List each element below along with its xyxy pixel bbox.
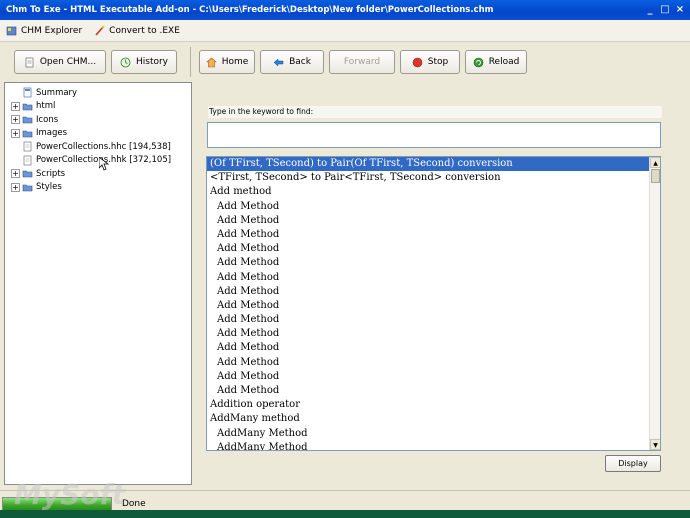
window-title: Chm To Exe - HTML Executable Add-on - C:… (6, 5, 494, 15)
index-keyword-list[interactable]: (Of TFirst, TSecond) to Pair(Of TFirst, … (206, 156, 661, 451)
status-text: Done (122, 499, 146, 509)
list-item[interactable]: <TFirst, TSecond> to Pair<TFirst, TSecon… (207, 171, 660, 185)
home-label: Home (221, 57, 249, 67)
scroll-down-arrow-icon[interactable]: ▼ (650, 439, 660, 450)
progress-fill (3, 498, 111, 510)
tree-item-styles[interactable]: + Styles (11, 181, 191, 195)
list-item[interactable]: Add Method (207, 214, 660, 228)
forward-button[interactable]: Forward (329, 50, 395, 74)
tree-item-html[interactable]: + html (11, 100, 191, 114)
toolbar-separator (190, 47, 191, 77)
tree-item-label: html (36, 101, 56, 112)
tree-item-label: Images (36, 128, 68, 139)
list-item[interactable]: Add method (207, 185, 660, 199)
tree-item-label: Summary (36, 87, 78, 98)
stop-button[interactable]: Stop (400, 50, 460, 74)
title-bar: Chm To Exe - HTML Executable Add-on - C:… (0, 0, 690, 20)
tree-item-icons[interactable]: + Icons (11, 113, 191, 127)
tree-item-images[interactable]: + Images (11, 127, 191, 141)
history-icon (120, 57, 131, 67)
list-item[interactable]: AddMany method (207, 412, 660, 426)
index-panel: Type in the keyword to find: (Of TFirst,… (197, 82, 673, 485)
stop-icon (412, 57, 423, 67)
list-item[interactable]: AddMany Method (207, 441, 660, 450)
taskbar-strip (0, 510, 690, 518)
list-item[interactable]: Add Method (207, 356, 660, 370)
wand-icon (95, 25, 105, 36)
folder-icon (22, 103, 33, 111)
menu-chm-explorer-label: CHM Explorer (21, 25, 83, 36)
display-button[interactable]: Display (605, 455, 661, 472)
chm-tree-panel[interactable]: Summary + html + Icons + Images PowerCol… (4, 82, 192, 485)
list-item[interactable]: (Of TFirst, TSecond) to Pair(Of TFirst, … (207, 157, 660, 172)
expand-toggle[interactable]: + (11, 115, 20, 125)
stop-label: Stop (427, 57, 449, 67)
folder-icon (22, 170, 33, 178)
folder-icon (22, 130, 33, 138)
list-item[interactable]: Add Method (207, 313, 660, 327)
history-button[interactable]: History (111, 50, 177, 74)
page-icon (23, 87, 32, 98)
list-item[interactable]: Add Method (207, 228, 660, 242)
expand-toggle[interactable]: + (11, 101, 20, 111)
menu-convert-to-exe-label: Convert to .EXE (109, 25, 180, 36)
reload-label: Reload (488, 57, 520, 67)
maximize-button[interactable]: □ (659, 4, 671, 16)
menu-chm-explorer[interactable]: CHM Explorer (6, 25, 82, 36)
list-item[interactable]: Add Method (207, 256, 660, 270)
file-icon (23, 155, 32, 166)
toolbar: Open CHM... History Home Back Forward St… (0, 42, 690, 82)
home-button[interactable]: Home (199, 50, 255, 74)
expand-toggle[interactable]: + (11, 182, 20, 192)
expand-toggle[interactable]: + (11, 169, 20, 179)
list-scrollbar[interactable]: ▲ ▼ (649, 157, 660, 450)
search-label: Type in the keyword to find: (208, 106, 662, 118)
history-label: History (135, 57, 169, 67)
tree-item-label: PowerCollections.hhc [194,538] (36, 141, 171, 152)
tree-item-summary[interactable]: Summary (11, 86, 191, 100)
reload-button[interactable]: Reload (465, 50, 527, 74)
list-item[interactable]: Add Method (207, 200, 660, 214)
chm-book-icon (6, 26, 17, 36)
list-item[interactable]: Add Method (207, 271, 660, 285)
back-arrow-icon (273, 57, 284, 67)
back-label: Back (289, 57, 311, 67)
tree-item-label: Styles (36, 182, 62, 193)
window-controls: _ □ × (644, 4, 686, 16)
tree-item-label: Icons (36, 114, 59, 125)
open-chm-label: Open CHM... (39, 57, 97, 67)
mouse-cursor-icon (99, 157, 109, 171)
tree-item-label: Scripts (36, 168, 66, 179)
scroll-thumb[interactable] (651, 169, 660, 183)
list-item[interactable]: Add Method (207, 285, 660, 299)
home-icon (205, 57, 217, 67)
close-button[interactable]: × (674, 4, 686, 16)
menu-bar: CHM Explorer Convert to .EXE (0, 20, 690, 42)
keyword-search-input[interactable] (207, 122, 661, 148)
back-button[interactable]: Back (260, 50, 324, 74)
list-item[interactable]: Add Method (207, 327, 660, 341)
list-item[interactable]: AddMany Method (207, 427, 660, 441)
expand-toggle[interactable]: + (11, 128, 20, 138)
tree-item-hhc-file[interactable]: PowerCollections.hhc [194,538] (11, 140, 191, 154)
progress-bar (2, 497, 112, 511)
minimize-button[interactable]: _ (644, 4, 656, 16)
list-item[interactable]: Add Method (207, 384, 660, 398)
file-icon (23, 141, 32, 152)
folder-icon (22, 184, 33, 192)
menu-convert-to-exe[interactable]: Convert to .EXE (94, 25, 180, 36)
list-item[interactable]: Addition operator (207, 398, 660, 412)
open-file-icon (25, 57, 34, 67)
list-item[interactable]: Add Method (207, 299, 660, 313)
folder-icon (22, 116, 33, 124)
reload-icon (473, 57, 483, 67)
list-item[interactable]: Add Method (207, 242, 660, 256)
list-item[interactable]: Add Method (207, 341, 660, 355)
open-chm-button[interactable]: Open CHM... (14, 50, 106, 74)
list-item[interactable]: Add Method (207, 370, 660, 384)
forward-label: Forward (343, 57, 381, 67)
scroll-up-arrow-icon[interactable]: ▲ (650, 157, 660, 168)
